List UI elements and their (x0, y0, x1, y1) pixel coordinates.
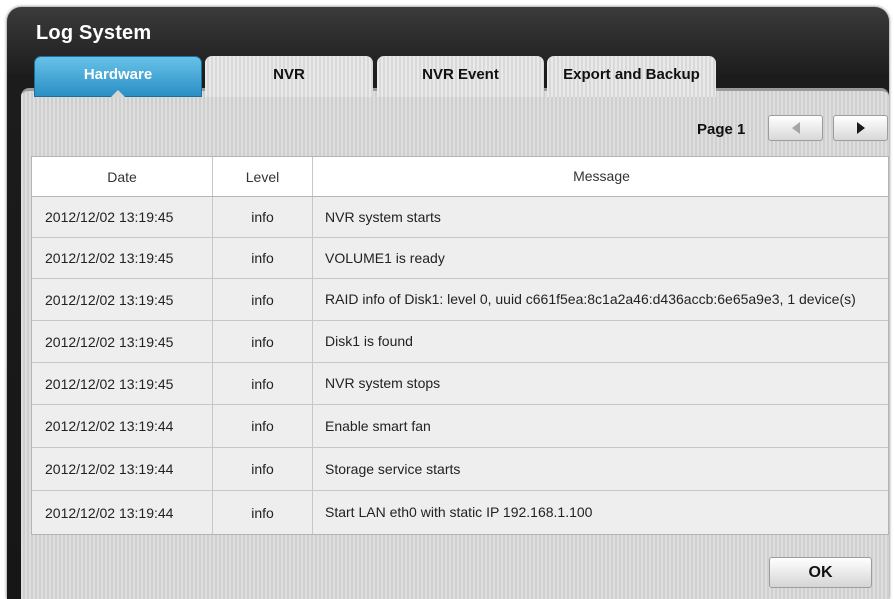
level-cell: info (213, 363, 313, 404)
window-title: Log System (36, 22, 152, 44)
table-row[interactable]: 2012/12/02 13:19:45 info RAID info of Di… (32, 279, 888, 321)
level-cell: info (213, 238, 313, 278)
tab-nvr[interactable]: NVR (205, 56, 373, 97)
level-cell: info (213, 197, 313, 237)
previous-page-button[interactable] (768, 115, 823, 141)
level-cell: info (213, 405, 313, 447)
log-table: Date Level Message 2012/12/02 13:19:45 i… (31, 156, 889, 535)
column-header-level[interactable]: Level (213, 157, 313, 196)
page-indicator: Page 1 (697, 121, 746, 138)
level-cell: info (213, 491, 313, 534)
table-row[interactable]: 2012/12/02 13:19:45 info NVR system stop… (32, 363, 888, 405)
column-header-date[interactable]: Date (32, 157, 213, 196)
table-row[interactable]: 2012/12/02 13:19:44 info Storage service… (32, 448, 888, 491)
table-header-row: Date Level Message (32, 157, 888, 197)
level-cell: info (213, 448, 313, 490)
table-row[interactable]: 2012/12/02 13:19:45 info VOLUME1 is read… (32, 238, 888, 279)
table-row[interactable]: 2012/12/02 13:19:44 info Enable smart fa… (32, 405, 888, 448)
triangle-right-icon (856, 122, 865, 134)
table-row[interactable]: 2012/12/02 13:19:45 info Disk1 is found (32, 321, 888, 363)
next-page-button[interactable] (833, 115, 888, 141)
level-cell: info (213, 279, 313, 320)
date-cell: 2012/12/02 13:19:44 (32, 448, 213, 490)
date-cell: 2012/12/02 13:19:45 (32, 321, 213, 362)
triangle-left-icon (791, 122, 800, 134)
message-cell: Disk1 is found (325, 333, 413, 350)
message-cell: NVR system stops (325, 375, 441, 392)
level-cell: info (213, 321, 313, 362)
date-cell: 2012/12/02 13:19:45 (32, 279, 213, 320)
message-cell: VOLUME1 is ready (325, 249, 445, 266)
tab-export-and-backup[interactable]: Export and Backup (547, 56, 716, 97)
table-row[interactable]: 2012/12/02 13:19:45 info NVR system star… (32, 197, 888, 238)
message-cell: Enable smart fan (325, 417, 431, 434)
message-cell: RAID info of Disk1: level 0, uuid c661f5… (325, 291, 856, 308)
tab-label: Hardware (83, 65, 153, 83)
message-cell: NVR system starts (325, 208, 441, 225)
tab-nvr-event[interactable]: NVR Event (377, 56, 544, 97)
tab-label: NVR (273, 65, 305, 83)
date-cell: 2012/12/02 13:19:44 (32, 405, 213, 447)
date-cell: 2012/12/02 13:19:45 (32, 238, 213, 278)
date-cell: 2012/12/02 13:19:45 (32, 363, 213, 404)
date-cell: 2012/12/02 13:19:44 (32, 491, 213, 534)
table-row[interactable]: 2012/12/02 13:19:44 info Start LAN eth0 … (32, 491, 888, 534)
column-header-message[interactable]: Message (313, 157, 888, 196)
tab-label: NVR Event (422, 65, 499, 83)
message-cell: Start LAN eth0 with static IP 192.168.1.… (325, 504, 593, 521)
tab-label: Export and Backup (563, 65, 700, 83)
tab-hardware[interactable]: Hardware (34, 56, 202, 97)
date-cell: 2012/12/02 13:19:45 (32, 197, 213, 237)
ok-button[interactable]: OK (769, 557, 872, 588)
message-cell: Storage service starts (325, 460, 461, 477)
